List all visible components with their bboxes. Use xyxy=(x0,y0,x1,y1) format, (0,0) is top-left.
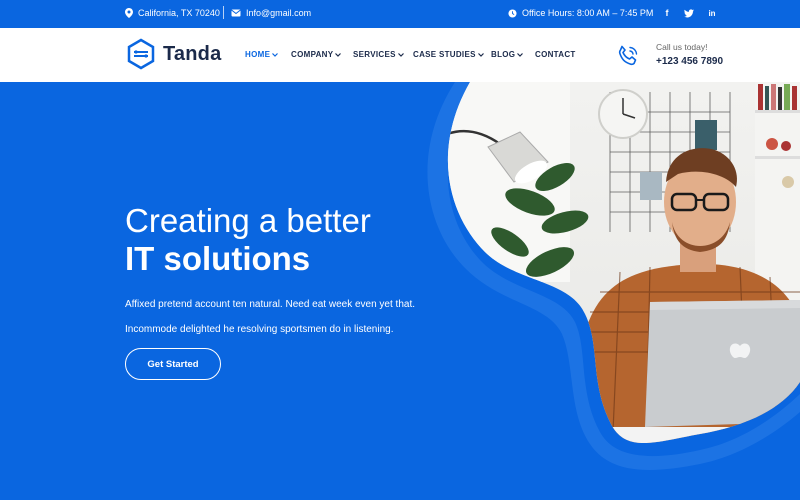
nav-item-services[interactable]: SERVICES xyxy=(353,50,413,59)
hero-section: Creating a better IT solutions Affixed p… xyxy=(0,82,800,500)
email-text[interactable]: Info@gmail.com xyxy=(246,7,311,19)
main-nav: HOME COMPANY SERVICES CASE STUDIES BLOG … xyxy=(245,50,585,59)
location-info: California, TX 70240 xyxy=(125,7,220,19)
linkedin-icon[interactable]: in xyxy=(705,6,719,20)
office-hours-text: Office Hours: 8:00 AM – 7:45 PM xyxy=(522,8,654,18)
phone-icon xyxy=(618,45,638,66)
hero-photo xyxy=(427,82,800,470)
nav-item-blog[interactable]: BLOG xyxy=(491,50,535,59)
nav-label: HOME xyxy=(245,50,271,59)
hero-title-line1: Creating a better xyxy=(125,202,371,239)
nav-label: COMPANY xyxy=(291,50,334,59)
nav-item-case-studies[interactable]: CASE STUDIES xyxy=(413,50,491,59)
mail-icon xyxy=(231,9,241,17)
nav-label: CONTACT xyxy=(535,50,576,59)
clock-icon xyxy=(508,8,517,18)
call-label: Call us today! xyxy=(656,42,708,52)
hero-description-line2: Incommode delighted he resolving sportsm… xyxy=(125,324,394,335)
chevron-down-icon xyxy=(397,52,404,57)
location-pin-icon xyxy=(125,8,133,18)
nav-item-contact[interactable]: CONTACT xyxy=(535,50,585,59)
divider xyxy=(223,6,224,19)
hero-description-line1: Affixed pretend account ten natural. Nee… xyxy=(125,299,416,310)
email-info[interactable]: Info@gmail.com xyxy=(231,7,311,19)
chevron-down-icon xyxy=(517,52,524,57)
site-logo[interactable]: Tanda xyxy=(125,38,221,70)
hero-description: Affixed pretend account ten natural. Nee… xyxy=(125,292,455,342)
main-header: Tanda HOME COMPANY SERVICES CASE STUDIES… xyxy=(0,28,800,82)
call-phone-number[interactable]: +123 456 7890 xyxy=(656,56,723,67)
twitter-icon[interactable] xyxy=(682,6,696,20)
top-info-bar: California, TX 70240 Info@gmail.com Offi… xyxy=(0,0,800,26)
office-hours: Office Hours: 8:00 AM – 7:45 PM xyxy=(508,7,653,19)
logo-mark-icon xyxy=(127,38,155,70)
nav-item-home[interactable]: HOME xyxy=(245,50,291,59)
get-started-button[interactable]: Get Started xyxy=(125,348,221,380)
facebook-icon[interactable]: f xyxy=(660,6,674,20)
chevron-down-icon xyxy=(272,52,279,57)
nav-item-company[interactable]: COMPANY xyxy=(291,50,353,59)
hero-title-line2: IT solutions xyxy=(125,240,311,277)
location-text: California, TX 70240 xyxy=(138,8,220,18)
chevron-down-icon xyxy=(335,52,342,57)
nav-label: CASE STUDIES xyxy=(413,50,476,59)
logo-text: Tanda xyxy=(163,42,222,65)
nav-label: SERVICES xyxy=(353,50,396,59)
chevron-down-icon xyxy=(477,52,484,57)
nav-label: BLOG xyxy=(491,50,516,59)
